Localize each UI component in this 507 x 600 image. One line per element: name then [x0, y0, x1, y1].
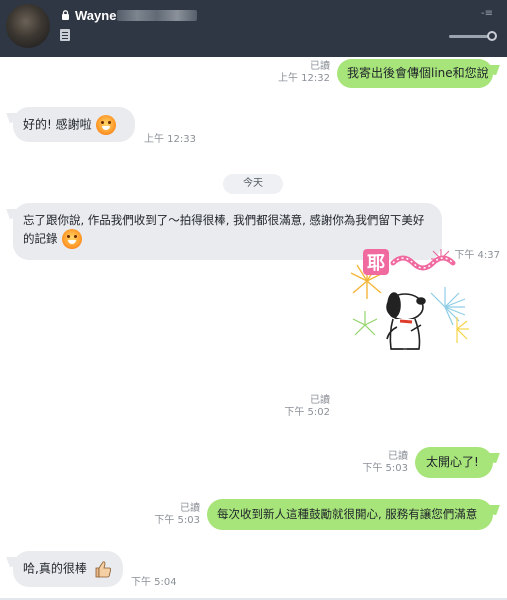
message-time: 下午 5:03: [362, 463, 408, 474]
menu-icon[interactable]: -≡: [481, 9, 493, 19]
read-status: 已讀: [180, 503, 200, 514]
svg-text:耶: 耶: [367, 253, 385, 274]
slider-knob[interactable]: [487, 31, 497, 41]
message-text: 每次收到新人這種鼓勵就很開心, 服務有讓您們滿意: [217, 507, 478, 521]
contact-name: Wayne: [75, 8, 117, 23]
read-status: 已讀: [310, 61, 330, 72]
message-time: 上午 12:32: [278, 73, 330, 84]
message-text: 太開心了!: [426, 455, 479, 469]
message-meta: 已讀 上午 12:32: [268, 61, 330, 85]
snoopy-fireworks-sticker[interactable]: 耶: [345, 229, 485, 364]
message-bubble-outgoing[interactable]: 每次收到新人這種鼓勵就很開心, 服務有讓您們滿意: [207, 499, 493, 530]
message-text-line-1: 忘了跟你說, 作品我們收到了～拍得很棒, 我們都很滿意, 感謝你為我們留下美好: [23, 213, 425, 227]
day-divider: 今天: [223, 174, 283, 194]
message-bubble-outgoing[interactable]: 我寄出後會傳個line和您說: [337, 59, 493, 88]
snoopy-icon: [386, 292, 426, 350]
message-text: 好的! 感謝啦: [23, 117, 92, 132]
grin-emoji-icon: [61, 229, 82, 249]
message-bubble-incoming[interactable]: 好的! 感謝啦: [13, 107, 135, 142]
message-time: 下午 5:03: [154, 515, 200, 526]
message-time: 上午 12:33: [144, 134, 196, 145]
grin-emoji-icon: [95, 115, 116, 135]
thumbs-up-icon: [95, 561, 111, 578]
notes-icon[interactable]: [60, 29, 70, 41]
chat-header: Wayne -≡: [0, 0, 507, 57]
message-time: 下午 5:04: [131, 577, 177, 588]
message-bubble-incoming[interactable]: 哈,真的很棒: [13, 551, 123, 587]
message-list[interactable]: 已讀 上午 12:32 我寄出後會傳個line和您說 好的! 感謝啦 上午 12…: [0, 57, 507, 600]
message-text: 我寄出後會傳個line和您說: [347, 66, 489, 80]
message-bubble-outgoing[interactable]: 太開心了!: [415, 447, 493, 478]
message-meta: 已讀 下午 5:03: [136, 503, 200, 527]
message-time: 下午 5:02: [284, 407, 330, 418]
message-meta: 已讀 下午 5:03: [346, 451, 408, 475]
contact-avatar[interactable]: [6, 4, 50, 48]
redacted-name: [117, 10, 197, 21]
message-text: 哈,真的很棒: [23, 561, 87, 576]
sticker-banner: 耶: [363, 249, 456, 275]
read-status: 已讀: [310, 395, 330, 406]
read-status: 已讀: [388, 451, 408, 462]
message-meta: 已讀 下午 5:02: [268, 395, 330, 419]
zoom-slider[interactable]: [449, 31, 497, 41]
chat-window: Wayne -≡ 已讀 上午 12:32 我寄出後會傳個line和您說 好的! …: [0, 0, 507, 600]
lock-icon: [62, 10, 69, 20]
message-text-line-2: 的記錄: [23, 231, 58, 246]
fireworks-bottom-left-icon: [352, 311, 378, 336]
